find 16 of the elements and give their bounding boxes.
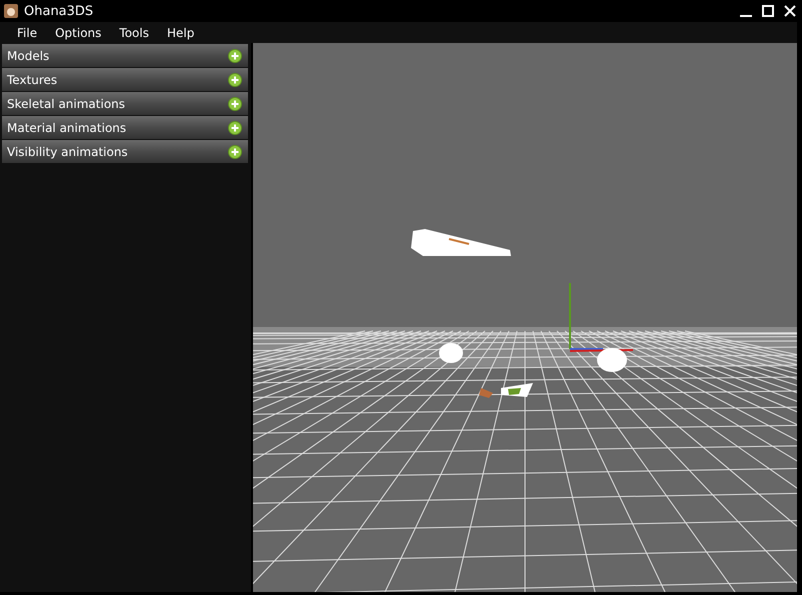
- app-logo-icon: [4, 4, 18, 18]
- panel-header[interactable]: Textures: [2, 68, 248, 91]
- menu-item[interactable]: Options: [46, 26, 110, 40]
- maximize-button[interactable]: [760, 3, 776, 19]
- panel-header[interactable]: Visibility animations: [2, 140, 248, 163]
- panel-header[interactable]: Material animations: [2, 116, 248, 139]
- menu-item[interactable]: Help: [158, 26, 204, 40]
- minimize-icon: [740, 15, 752, 17]
- close-icon: [784, 5, 796, 17]
- window-title: Ohana3DS: [24, 4, 94, 18]
- panel-header[interactable]: Models: [2, 44, 248, 67]
- close-button[interactable]: [782, 3, 798, 19]
- menu-item[interactable]: Tools: [110, 26, 158, 40]
- panel-header[interactable]: Skeletal animations: [2, 92, 248, 115]
- menu-item[interactable]: File: [8, 26, 46, 40]
- maximize-icon: [762, 5, 774, 17]
